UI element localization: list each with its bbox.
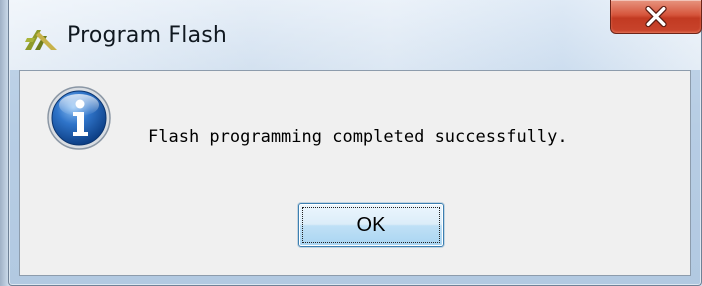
info-icon	[47, 86, 111, 150]
close-button[interactable]	[610, 0, 702, 34]
dialog-content: Flash programming completed successfully…	[19, 70, 691, 276]
xilinx-logo-icon	[25, 30, 57, 50]
message-text: Flash programming completed successfully…	[148, 127, 568, 147]
title-bar[interactable]: Program Flash	[9, 0, 702, 70]
screen: Program Flash Flash programming complete…	[0, 0, 702, 286]
ok-button-label: OK	[356, 214, 386, 236]
background-window-edge	[0, 0, 8, 286]
close-icon	[645, 5, 667, 28]
dialog-window: Program Flash Flash programming complete…	[8, 0, 702, 286]
window-title: Program Flash	[67, 23, 228, 48]
ok-button[interactable]: OK	[298, 203, 444, 247]
